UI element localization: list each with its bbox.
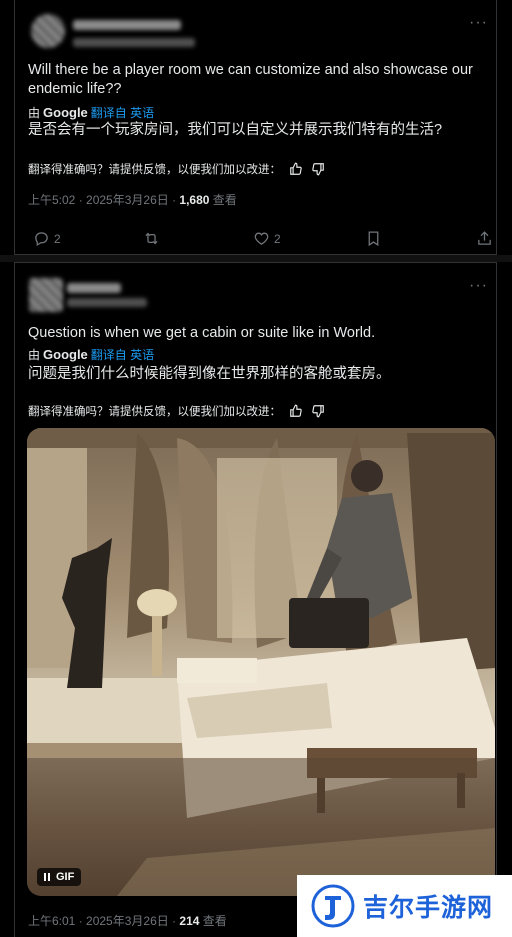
avatar[interactable] [29,278,63,312]
hotel-room-gif-frame [27,428,495,896]
pause-icon [44,873,50,881]
more-icon[interactable]: ··· [469,14,488,32]
author-name-redacted[interactable] [73,20,181,30]
action-bar: 2 2 [33,230,491,250]
post-text: Question is when we get a cabin or suite… [28,325,376,341]
post-meta: 上午6:01 · 2025年3月26日 · 214 查看 [28,914,227,928]
watermark-text: 吉尔手游网 [363,893,494,922]
repost-icon [145,232,158,245]
site-watermark: 吉尔手游网 [297,875,512,937]
share-button[interactable] [476,230,493,247]
like-button[interactable]: 2 [253,230,281,247]
timestamp[interactable]: 上午5:02 · 2025年3月26日 · [28,193,179,207]
reply-button[interactable]: 2 [33,230,61,247]
translation-attribution: 由 Google 翻译自 英语 [28,347,155,362]
post-meta: 上午5:02 · 2025年3月26日 · 1,680 查看 [28,193,237,207]
avatar[interactable] [31,14,65,48]
post-divider [0,255,512,262]
view-count: 214 [179,914,200,928]
bookmark-icon [368,231,379,247]
author-name-redacted[interactable] [67,283,121,293]
view-count: 1,680 [179,193,210,207]
author-handle-redacted [67,298,147,307]
share-icon [478,231,491,245]
thumbs-up-icon[interactable] [289,404,303,418]
thumbs-up-icon[interactable] [289,162,303,176]
thumbs-down-icon[interactable] [311,162,325,176]
translated-from-link[interactable]: 翻译自 英语 [91,106,154,120]
bookmark-button[interactable] [365,230,382,247]
translation-feedback: 翻译得准确吗？请提供反馈，以便我们加以改进： [28,161,325,177]
translation-attribution: 由 Google 翻译自 英语 [28,105,155,120]
post-text: Will there be a player room we can custo… [28,62,473,97]
reply-icon [35,232,48,247]
gif-badge[interactable]: GIF [37,868,82,886]
thumbs-down-icon[interactable] [311,404,325,418]
translated-text: 是否会有一个玩家房间，我们可以自定义并展示我们特有的生活? [28,122,443,138]
gif-media[interactable]: GIF [27,428,495,896]
timestamp[interactable]: 上午6:01 · 2025年3月26日 · [28,914,179,928]
google-logo: Google [43,347,88,362]
translation-feedback: 翻译得准确吗？请提供反馈，以便我们加以改进： [28,403,325,419]
like-count: 2 [274,231,281,246]
translated-text: 问题是我们什么时候能得到像在世界那样的客舱或套房。 [28,366,391,382]
google-logo: Google [43,105,88,120]
heart-icon [254,232,269,245]
post-card[interactable]: ··· Will there be a player room we can c… [14,0,497,255]
post-card[interactable]: ··· Question is when we get a cabin or s… [14,262,497,937]
translated-from-link[interactable]: 翻译自 英语 [91,348,154,362]
gif-label: GIF [56,871,75,883]
more-icon[interactable]: ··· [469,277,488,295]
author-handle-redacted [73,38,195,47]
reply-count: 2 [54,231,61,246]
repost-button[interactable] [143,230,160,247]
site-logo-icon [311,884,355,928]
